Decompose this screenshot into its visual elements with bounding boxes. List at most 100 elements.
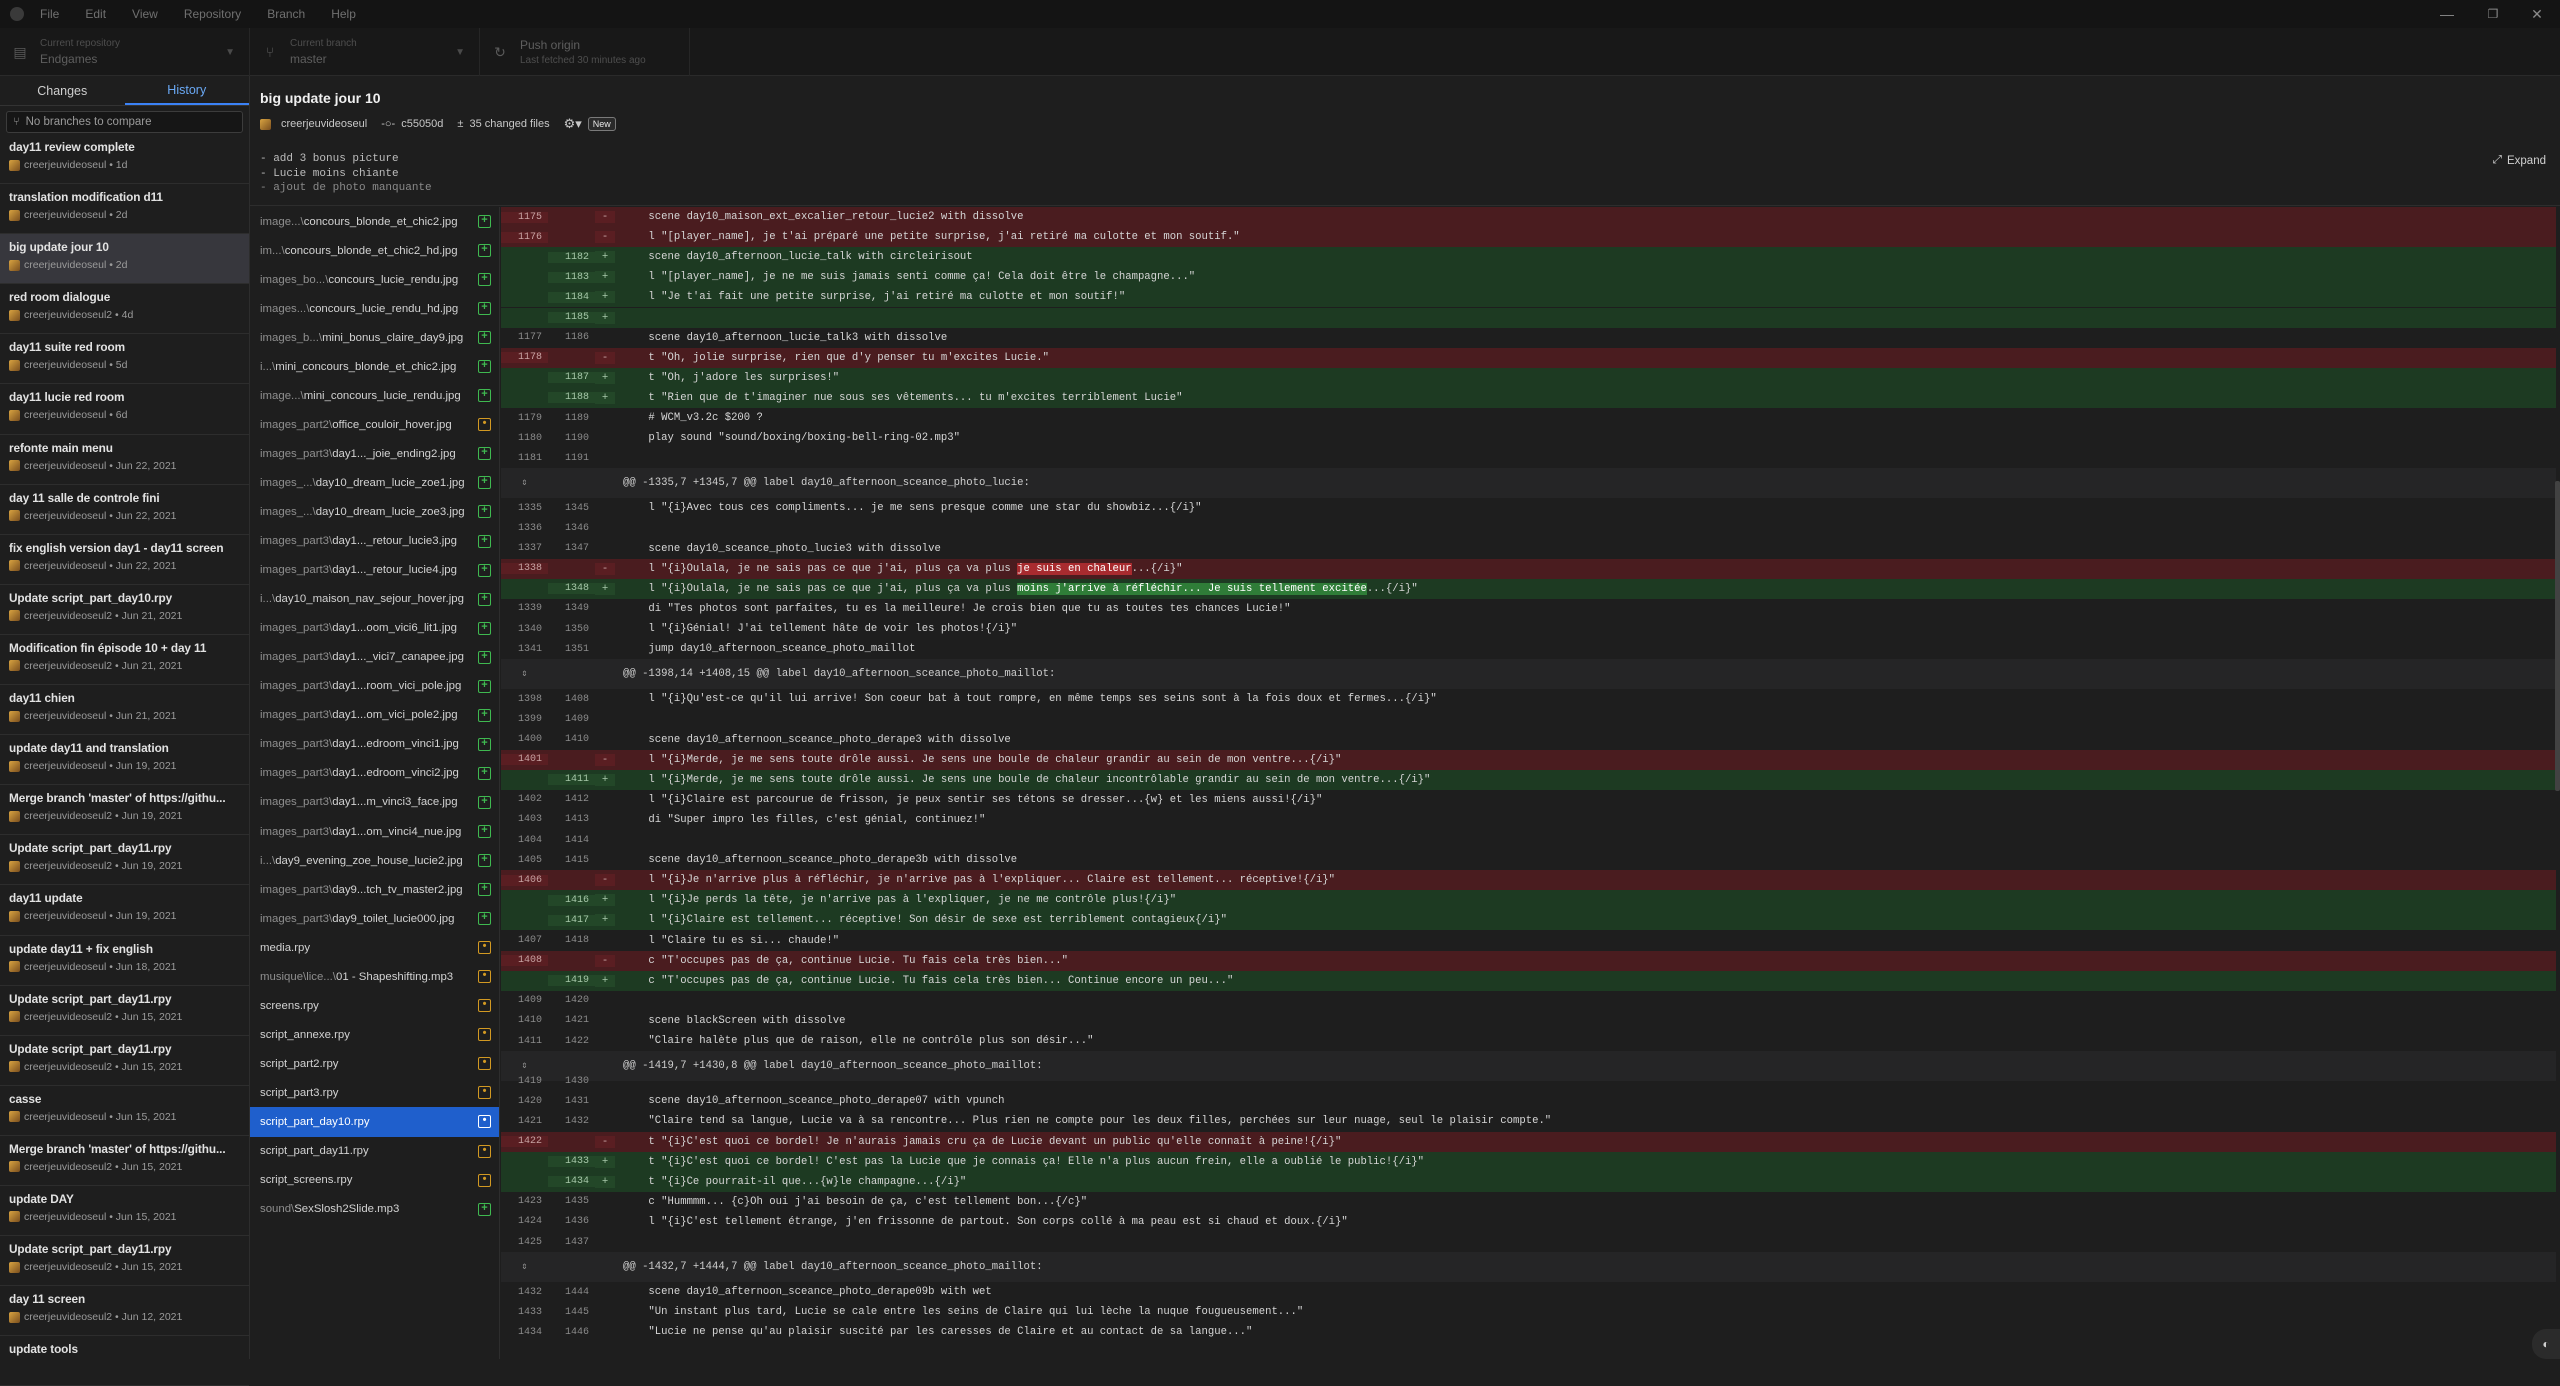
changed-file-item[interactable]: musique\lice...\01 - Shapeshifting.mp3 • [250,962,499,991]
changed-file-item[interactable]: images_part3\day1..._joie_ending2.jpg + [250,439,499,468]
changed-file-item[interactable]: images_b...\mini_bonus_claire_day9.jpg + [250,323,499,352]
changed-file-item[interactable]: images_part2\office_couloir_hover.jpg • [250,410,499,439]
changed-file-item[interactable]: im...\concours_blonde_et_chic2_hd.jpg + [250,236,499,265]
diff-scrollbar[interactable] [2555,481,2560,791]
commit-list-item[interactable]: update tools [0,1336,249,1386]
changed-file-item[interactable]: script_screens.rpy • [250,1166,499,1195]
close-icon[interactable]: ✕ [2514,0,2560,28]
menu-item[interactable]: Edit [85,7,106,21]
diff-line-added: 1416 + l "{i}Je perds la tête, je n'arriv… [501,890,2556,911]
changed-file-item[interactable]: images_part3\day1...m_vinci3_face.jpg + [250,788,499,817]
changed-file-item[interactable]: images_part3\day9_toilet_lucie000.jpg + [250,904,499,933]
menu-item[interactable]: Help [331,7,356,21]
push-origin-button[interactable]: ↻ Push origin Last fetched 30 minutes ag… [480,28,690,76]
changed-file-item[interactable]: images_part3\day1..._vici7_canapee.jpg + [250,643,499,672]
menu-item[interactable]: Repository [184,7,241,21]
commit-list-item[interactable]: Modification fin épisode 10 + day 11 cree… [0,635,249,686]
changed-file-item[interactable]: image...\mini_concours_lucie_rendu.jpg + [250,381,499,410]
menu-item[interactable]: File [40,7,59,21]
commit-list-item[interactable]: big update jour 10 creerjeuvideoseul • 2d [0,234,249,285]
changed-file-item[interactable]: images_part3\day1...om_vinci4_nue.jpg + [250,817,499,846]
changed-file-item[interactable]: i...\mini_concours_blonde_et_chic2.jpg + [250,352,499,381]
commit-list-item[interactable]: update day11 and translation creerjeuvide… [0,735,249,786]
file-dir: images_b...\ [260,331,323,344]
old-line-number: 1336 [517,523,542,535]
commit-list-item[interactable]: fix english version day1 - day11 screen c… [0,535,249,585]
gear-icon[interactable]: ⚙▾ [564,116,582,132]
minimize-icon[interactable]: — [2424,0,2470,28]
file-name: concours_blonde_et_chic2_hd.jpg [284,244,458,257]
changed-file-item[interactable]: images_part3\day1...oom_vici6_lit1.jpg + [250,614,499,643]
changed-file-item[interactable]: images_part3\day1...edroom_vinci1.jpg + [250,730,499,759]
commit-list-item[interactable]: day 11 screen creerjeuvideoseul2 • Jun 12… [0,1286,249,1337]
commit-list-item[interactable]: day11 update creerjeuvideoseul • Jun 19, … [0,885,249,936]
arrow-icon[interactable]: ◐ [2532,1329,2560,1359]
diff-line-context: 1419 1430 [501,1071,2556,1091]
commit-list-item[interactable]: translation modification d11 creerjeuvide… [0,184,249,235]
commit-list-item[interactable]: update day11 + fix english creerjeuvideos… [0,936,249,986]
changed-file-item[interactable]: images_...\day10_dream_lucie_zoe1.jpg + [250,468,499,497]
expand-hunk-icon[interactable]: ⇕ [501,668,548,680]
commit-list-item[interactable]: day 11 salle de controle fini creerjeuvid… [0,485,249,535]
current-branch-button[interactable]: ⑂ Current branch master ▼ [250,28,480,76]
changed-file-item[interactable]: screens.rpy • [250,991,499,1020]
commit-list-item[interactable]: Update script_part_day11.rpy creerjeuvide… [0,986,249,1036]
changed-file-item[interactable]: images_part3\day9...tch_tv_master2.jpg + [250,875,499,904]
commit-list-item[interactable]: Update script_part_day10.rpy creerjeuvide… [0,585,249,635]
tab-history[interactable]: History [124,76,249,105]
commit-list-item[interactable]: Update script_part_day11.rpy creerjeuvide… [0,1236,249,1287]
commit-list-item[interactable]: Merge branch 'master' of https://githu..… [0,785,249,836]
diff-hunk-header[interactable]: ⇕ @@ -1432,7 +1444,7 @@ label day10_after… [501,1252,2556,1283]
old-line-number: 1432 [517,1286,542,1298]
commit-list-item[interactable]: day11 review complete creerjeuvideoseul •… [0,134,249,185]
commit-list-item[interactable]: day11 chien creerjeuvideoseul • Jun 21, 2… [0,685,249,736]
changed-file-item[interactable]: images...\concours_lucie_rendu_hd.jpg + [250,294,499,323]
menu-item[interactable]: View [132,7,158,21]
changed-file-item[interactable]: sound\SexSlosh2Slide.mp3 + [250,1195,499,1224]
commit-list-item[interactable]: day11 lucie red room creerjeuvideoseul • … [0,384,249,435]
changed-file-item[interactable]: images_...\day10_dream_lucie_zoe3.jpg + [250,497,499,526]
menu-item[interactable]: Branch [267,7,305,21]
commit-list-item[interactable]: day11 suite red room creerjeuvideoseul • … [0,334,249,385]
changed-file-item[interactable]: images_part3\day1...edroom_vinci2.jpg + [250,759,499,788]
diff-line-text: t "Rien que de t'imaginer nue sous ses v… [615,392,1182,404]
tab-changes[interactable]: Changes [0,76,125,105]
changed-file-item[interactable]: media.rpy • [250,933,499,962]
changed-file-item[interactable]: images_bo...\concours_lucie_rendu.jpg + [250,265,499,294]
changed-file-item[interactable]: images_part3\day1...room_vici_pole.jpg + [250,672,499,701]
diff-line-context: 1336 1346 [501,519,2556,539]
commit-list-item[interactable]: Merge branch 'master' of https://githu..… [0,1136,249,1186]
diff-hunk-header[interactable]: ⇕ @@ -1335,7 +1345,7 @@ label day10_after… [501,468,2556,499]
commit-sha[interactable]: c55050d [401,118,443,130]
diff-hunk-header[interactable]: ⇕ @@ -1398,14 +1408,15 @@ label day10_aft… [501,659,2556,690]
maximize-icon[interactable]: ❐ [2470,0,2516,28]
changed-file-item[interactable]: script_part_day10.rpy • [250,1107,499,1137]
changed-file-item[interactable]: i...\day10_maison_nav_sejour_hover.jpg + [250,585,499,614]
changed-file-item[interactable]: images_part3\day1..._retour_lucie3.jpg + [250,527,499,556]
changed-file-item[interactable]: script_part_day11.rpy • [250,1137,499,1166]
expand-button[interactable]: ⤢ Expand [2493,154,2546,167]
changed-file-item[interactable]: image...\concours_blonde_et_chic2.jpg + [250,207,499,236]
commit-list-item[interactable]: Update script_part_day11.rpy creerjeuvide… [0,1036,249,1086]
new-line-number: 1345 [564,502,589,514]
changed-file-item[interactable]: script_part2.rpy • [250,1049,499,1078]
commit-item-title: day11 suite red room [9,340,126,355]
file-added-icon: + [478,302,491,316]
commit-list-item[interactable]: update DAY creerjeuvideoseul • Jun 15, 20… [0,1186,249,1237]
commit-list-item[interactable]: refonte main menu creerjeuvideoseul • Jun… [0,435,249,485]
file-name: office_couloir_hover.jpg [332,418,452,431]
branch-compare-input[interactable] [25,116,226,128]
current-repository-button[interactable]: ▤ Current repository Endgames ▼ [0,28,250,76]
changed-file-item[interactable]: script_annexe.rpy • [250,1020,499,1049]
changed-file-item[interactable]: images_part3\day1..._retour_lucie4.jpg + [250,556,499,585]
changed-file-item[interactable]: i...\day9_evening_zoe_house_lucie2.jpg + [250,846,499,875]
changed-file-item[interactable]: images_part3\day1...om_vici_pole2.jpg + [250,701,499,730]
commit-list-item[interactable]: red room dialogue creerjeuvideoseul2 • 4d [0,284,249,335]
commit-list-item[interactable]: casse creerjeuvideoseul • Jun 15, 2021 [0,1086,249,1136]
expand-hunk-icon[interactable]: ⇕ [501,477,548,489]
expand-hunk-icon[interactable]: ⇕ [501,1261,548,1273]
old-line-number: 1177 [517,332,542,344]
commit-meta: creerjeuvideoseul -○- c55050d ± 35 chang… [260,116,616,132]
changed-file-item[interactable]: script_part3.rpy • [250,1078,499,1107]
commit-list-item[interactable]: Update script_part_day11.rpy creerjeuvide… [0,835,249,886]
